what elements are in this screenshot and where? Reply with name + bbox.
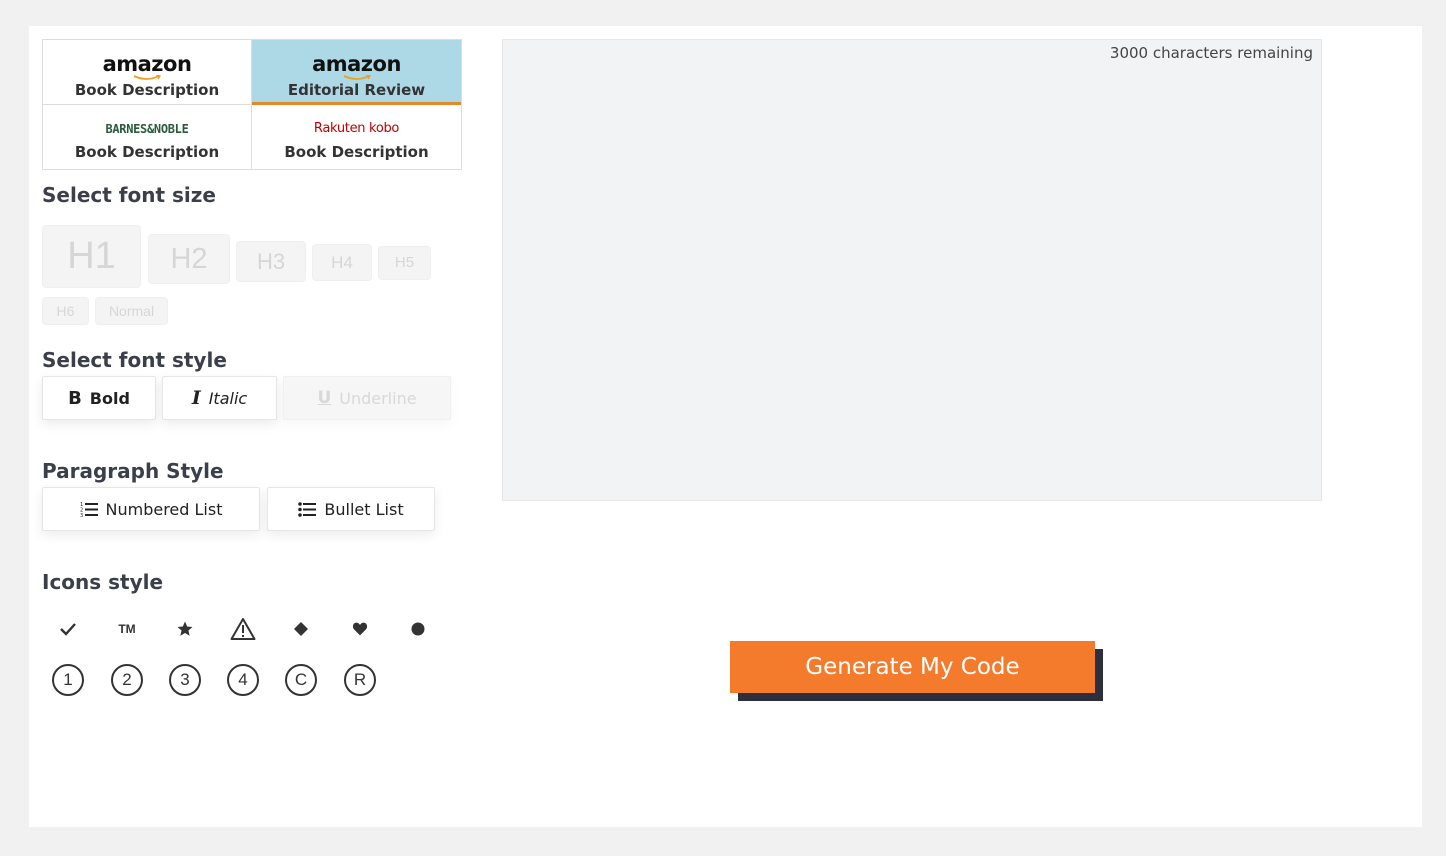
retailer-label: Book Description [74, 81, 220, 99]
h5-button[interactable]: H5 [378, 246, 431, 280]
h4-button[interactable]: H4 [312, 244, 372, 281]
normal-button[interactable]: Normal [95, 297, 168, 325]
trademark-icon[interactable]: TM [109, 611, 145, 647]
retailer-label: Book Description [74, 143, 220, 161]
retailer-label: Editorial Review [287, 81, 426, 99]
circled-2-icon[interactable]: 2 [109, 662, 145, 698]
bold-button[interactable]: B Bold [42, 376, 156, 420]
bullet-list-label: Bullet List [324, 499, 404, 519]
circled-1-icon[interactable]: 1 [50, 662, 86, 698]
retailer-grid: amazon Book Description amazon Editorial… [42, 39, 462, 170]
text-editor[interactable]: 3000 characters remaining [502, 39, 1322, 501]
copyright-glyph: C [285, 664, 317, 696]
circled-4-icon[interactable]: 4 [225, 662, 261, 698]
icons-style-title: Icons style [42, 570, 164, 594]
circled-3-icon[interactable]: 3 [167, 662, 203, 698]
registered-glyph: R [344, 664, 376, 696]
star-icon[interactable] [167, 611, 203, 647]
h3-button[interactable]: H3 [236, 241, 306, 282]
underline-label: Underline [339, 388, 417, 408]
retailer-amazon-editorial[interactable]: amazon Editorial Review [252, 40, 461, 105]
h1-button[interactable]: H1 [42, 225, 141, 288]
amazon-logo: amazon [312, 52, 401, 76]
bold-label: Bold [89, 388, 130, 408]
numbered-list-button[interactable]: 1 2 3 Numbered List [42, 487, 260, 531]
circled-2-glyph: 2 [111, 664, 143, 696]
retailer-kobo[interactable]: Rakuten kobo Book Description [252, 105, 461, 169]
retailer-amazon-description[interactable]: amazon Book Description [43, 40, 252, 105]
amazon-logo: amazon [102, 52, 192, 76]
barnes-noble-logo: BARNES&NOBLE [105, 122, 189, 136]
font-style-title: Select font style [42, 348, 227, 372]
bullet-list-button[interactable]: Bullet List [267, 487, 435, 531]
warning-icon[interactable] [225, 611, 261, 647]
underline-icon: U [317, 388, 332, 408]
generate-code-button[interactable]: Generate My Code [730, 641, 1095, 693]
copyright-icon[interactable]: C [283, 662, 319, 698]
retailer-label: Book Description [284, 143, 429, 161]
heart-icon[interactable] [342, 611, 378, 647]
dot-icon[interactable] [400, 611, 436, 647]
italic-icon: I [191, 387, 201, 409]
svg-text:3: 3 [80, 513, 83, 517]
circled-4-glyph: 4 [227, 664, 259, 696]
h6-button[interactable]: H6 [42, 297, 89, 325]
bullet-list-icon [298, 502, 317, 517]
numbered-list-icon: 1 2 3 [80, 502, 98, 517]
h2-button[interactable]: H2 [148, 234, 230, 284]
numbered-list-label: Numbered List [105, 499, 223, 519]
paragraph-style-title: Paragraph Style [42, 459, 224, 483]
circled-3-glyph: 3 [169, 664, 201, 696]
check-icon[interactable] [50, 611, 86, 647]
underline-button[interactable]: U Underline [283, 376, 451, 420]
font-size-title: Select font size [42, 183, 216, 207]
registered-icon[interactable]: R [342, 662, 378, 698]
bold-icon: B [68, 387, 82, 409]
retailer-barnes-noble[interactable]: BARNES&NOBLE Book Description [43, 105, 252, 169]
character-counter: 3000 characters remaining [1109, 44, 1313, 62]
diamond-icon[interactable] [283, 611, 319, 647]
circled-1-glyph: 1 [52, 664, 84, 696]
italic-button[interactable]: I Italic [162, 376, 277, 420]
kobo-logo: Rakuten kobo [313, 121, 400, 136]
italic-label: Italic [208, 388, 248, 408]
